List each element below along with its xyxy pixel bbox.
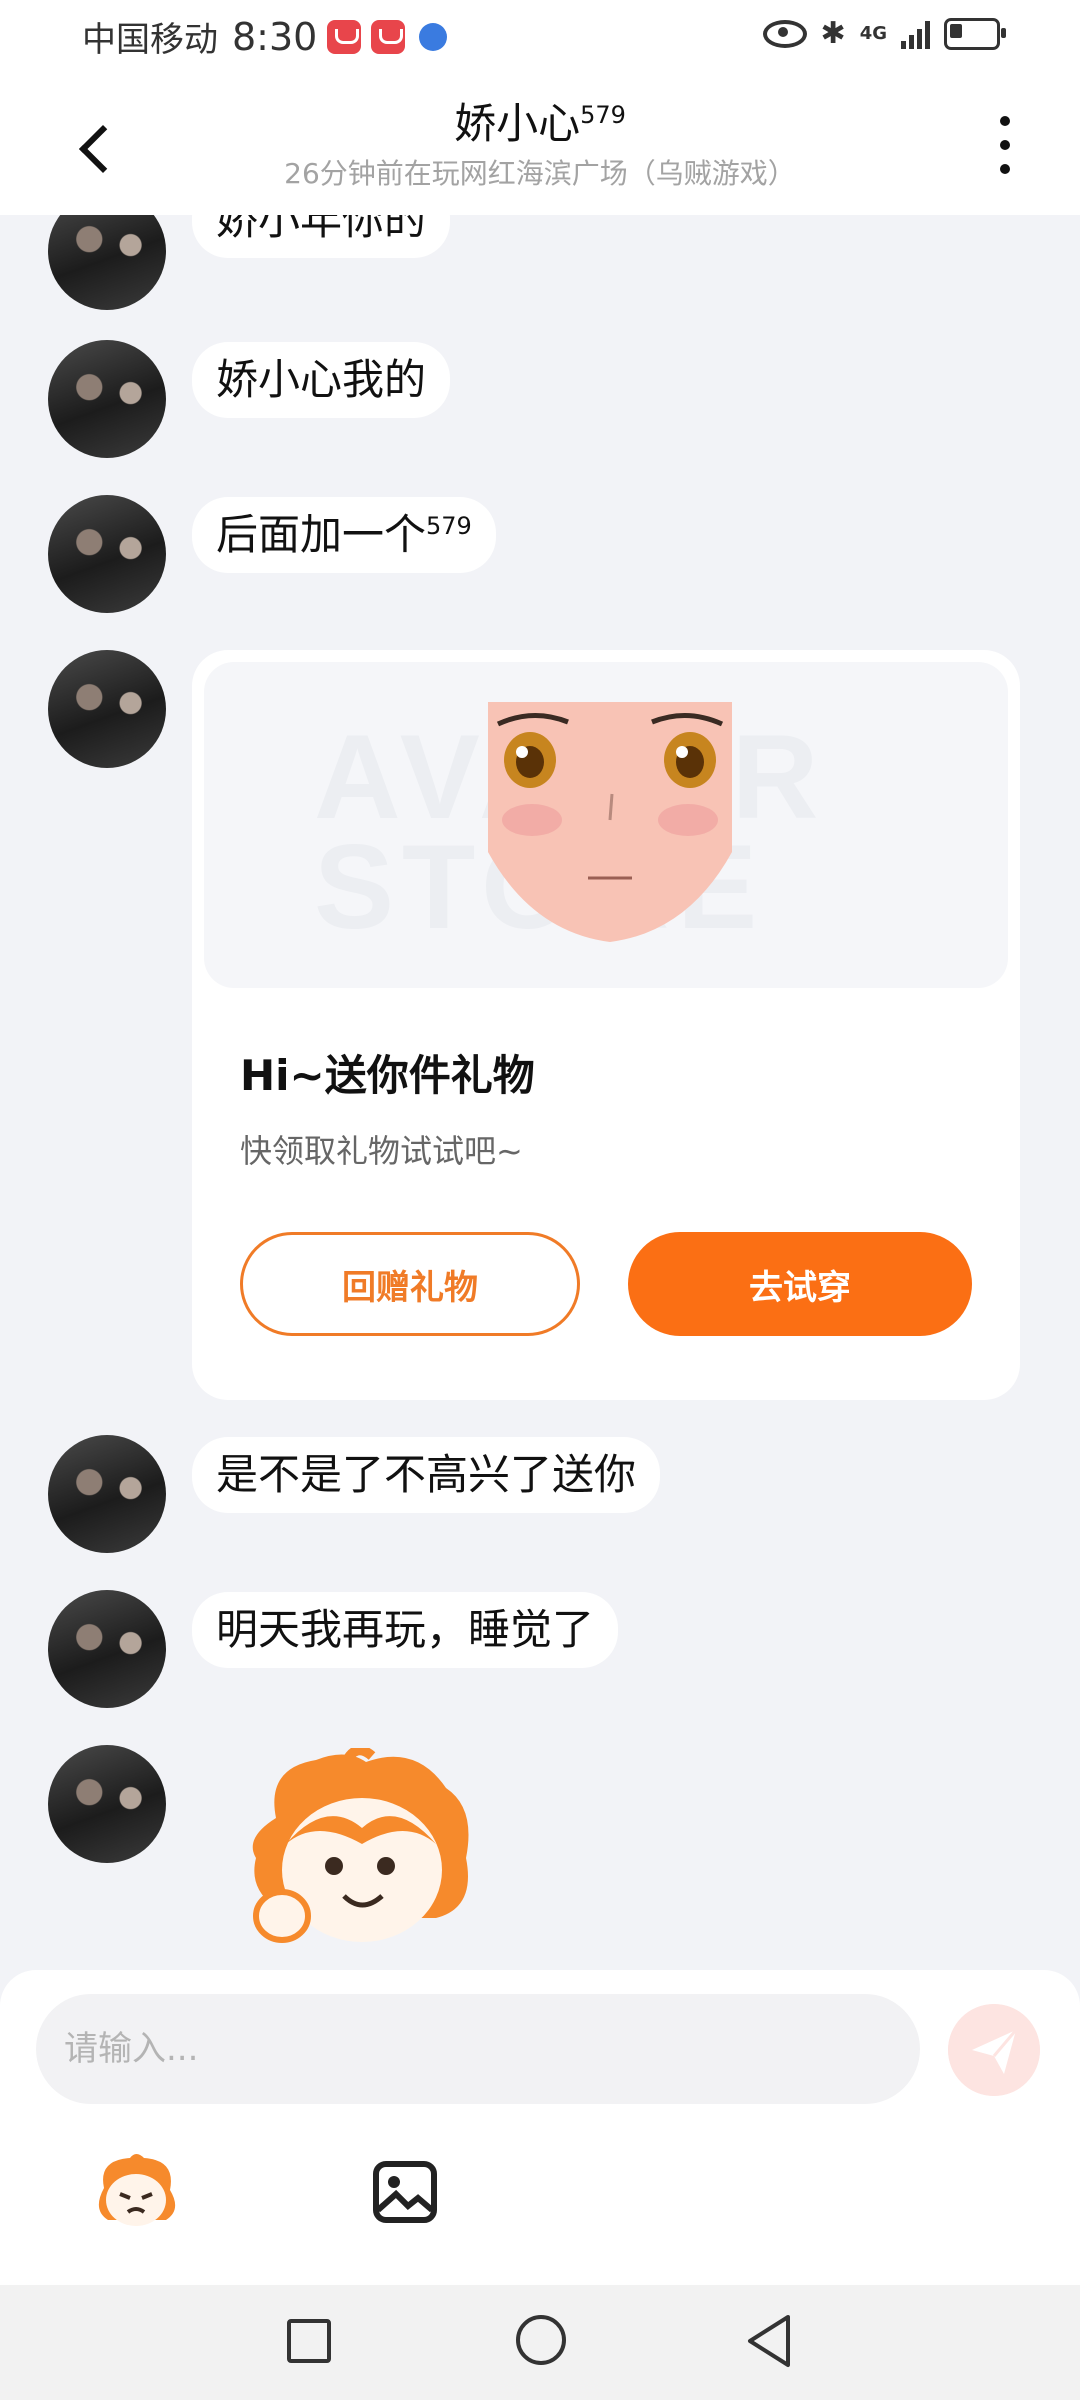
system-nav-bar	[0, 2285, 1080, 2400]
avatar[interactable]	[48, 1435, 166, 1553]
recent-apps-button[interactable]	[287, 2319, 331, 2363]
chat-title: 娇小心579	[0, 90, 1080, 151]
contact-name: 娇小心	[454, 99, 581, 148]
message-bubble[interactable]: 娇小心我的	[192, 342, 451, 418]
avatar[interactable]	[48, 1745, 166, 1863]
gift-face-makeup-image	[488, 702, 732, 942]
home-button[interactable]	[516, 2315, 566, 2365]
message-bubble[interactable]: 娇小年你的	[192, 215, 451, 258]
message-superscript: 579	[426, 512, 472, 540]
avatar[interactable]	[48, 650, 166, 768]
more-dot	[1000, 140, 1010, 150]
gift-preview-image: AVATAR STORE	[204, 662, 1008, 988]
contact-name-suffix: 579	[580, 101, 626, 129]
send-button[interactable]	[948, 2004, 1040, 2096]
eye-comfort-icon	[762, 19, 807, 48]
gift-title: Hi~送你件礼物	[240, 1051, 535, 1100]
sticker-image[interactable]	[236, 1748, 486, 1948]
avatar[interactable]	[48, 215, 166, 310]
more-dot	[1000, 164, 1010, 174]
chat-header: 娇小心579 26分钟前在玩网红海滨广场（乌贼游戏）	[0, 80, 1080, 215]
notification-app-icon	[371, 19, 406, 54]
status-right: ✱ 4G	[762, 16, 1006, 51]
gift-subtitle: 快领取礼物试试吧~	[240, 1132, 523, 1170]
avatar[interactable]	[48, 1590, 166, 1708]
more-options-button[interactable]	[990, 110, 1020, 180]
network-type-label: 4G	[859, 23, 887, 44]
try-on-button[interactable]: 去试穿	[628, 1232, 972, 1336]
composer: 请输入...	[0, 1970, 1080, 2285]
bluetooth-icon: ✱	[820, 16, 846, 51]
more-vertical-icon	[1000, 116, 1010, 126]
emoji-button[interactable]	[90, 2150, 182, 2232]
signal-icon	[901, 19, 930, 49]
contact-activity-status: 26分钟前在玩网红海滨广场（乌贼游戏）	[284, 157, 796, 190]
gift-card[interactable]: AVATAR STORE Hi~送你件礼物 快领取礼物试试吧~ 回赠礼物 去试穿	[192, 650, 1020, 1400]
avatar[interactable]	[48, 340, 166, 458]
return-gift-button[interactable]: 回赠礼物	[240, 1232, 580, 1336]
clock: 8:30	[232, 14, 318, 59]
message-bubble[interactable]: 明天我再玩，睡觉了	[192, 1592, 619, 1668]
status-left: 中国移动 8:30	[82, 12, 448, 61]
battery-icon	[944, 17, 1006, 50]
status-bar: 中国移动 8:30 ✱ 4G	[0, 0, 1080, 80]
notification-globe-icon	[419, 22, 448, 51]
system-back-button[interactable]	[744, 2313, 794, 2369]
message-text: 后面加一个	[216, 510, 427, 559]
avatar[interactable]	[48, 495, 166, 613]
message-list[interactable]: 娇小年你的 娇小心我的 后面加一个579 AVATAR STORE	[0, 215, 1080, 1970]
message-bubble[interactable]: 是不是了不高兴了送你	[192, 1437, 661, 1513]
message-bubble[interactable]: 后面加一个579	[192, 497, 496, 573]
image-button[interactable]	[372, 2160, 438, 2224]
notification-app-icon	[327, 19, 362, 54]
message-input[interactable]: 请输入...	[36, 1994, 920, 2104]
carrier-label: 中国移动	[82, 20, 218, 60]
